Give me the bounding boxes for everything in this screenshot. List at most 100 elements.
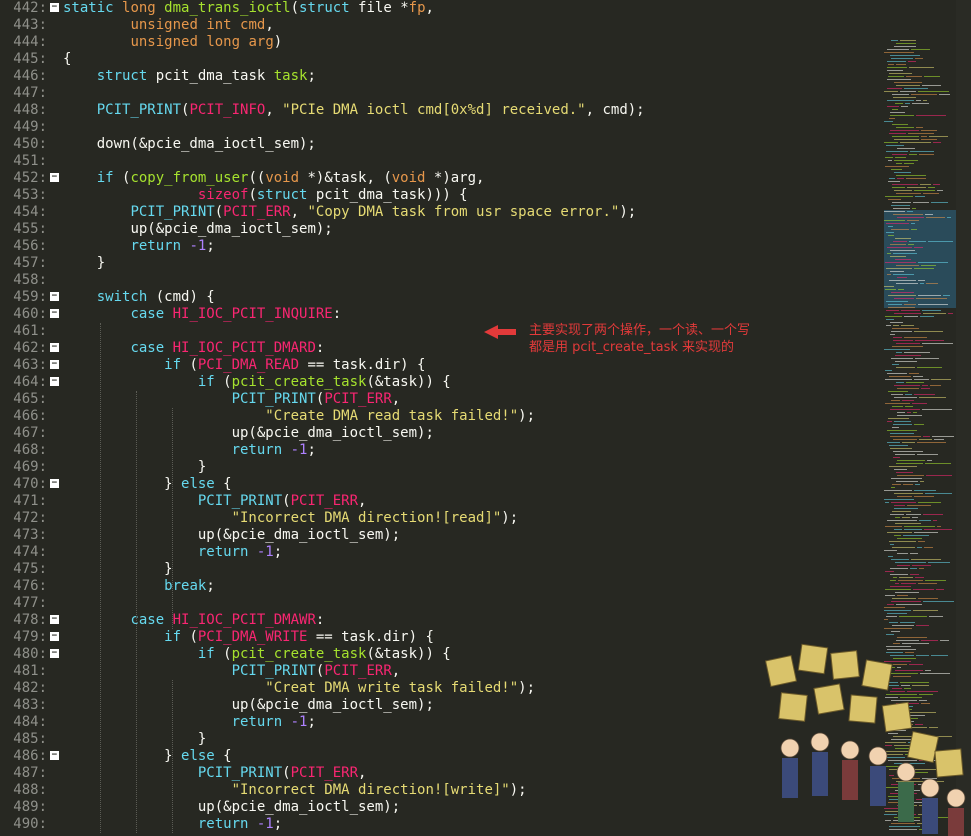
code-text[interactable]: static long dma_trans_ioctl(struct file … — [63, 0, 434, 17]
fold-toggle-icon[interactable]: − — [50, 360, 59, 369]
code-area[interactable]: 442: − static long dma_trans_ioctl(struct … — [0, 0, 880, 836]
code-text[interactable]: switch (cmd) { — [63, 289, 215, 306]
code-text[interactable]: } else { — [63, 476, 231, 493]
code-text[interactable]: if (copy_from_user((void *)&task, (void … — [63, 170, 485, 187]
code-line[interactable]: 477: — [0, 595, 880, 612]
code-text[interactable]: } — [63, 459, 206, 476]
code-text[interactable]: up(&pcie_dma_ioctl_sem); — [63, 799, 400, 816]
code-text[interactable]: case HI_IOC_PCIT_INQUIRE: — [63, 306, 341, 323]
code-text[interactable]: "Incorrect DMA direction![write]"); — [63, 782, 527, 799]
code-text[interactable]: if (PCI_DMA_WRITE == task.dir) { — [63, 629, 434, 646]
fold-toggle-icon[interactable]: − — [50, 632, 59, 641]
fold-toggle-icon[interactable]: − — [50, 3, 59, 12]
code-text[interactable]: up(&pcie_dma_ioctl_sem); — [63, 221, 332, 238]
code-line[interactable]: 485: } — [0, 731, 880, 748]
code-line[interactable]: 471: PCIT_PRINT(PCIT_ERR, — [0, 493, 880, 510]
code-text[interactable]: up(&pcie_dma_ioctl_sem); — [63, 697, 434, 714]
code-text[interactable]: if (pcit_create_task(&task)) { — [63, 374, 451, 391]
fold-toggle-icon[interactable]: − — [50, 479, 59, 488]
fold-toggle-icon[interactable]: − — [50, 173, 59, 182]
code-line[interactable]: 486: − } else { — [0, 748, 880, 765]
code-text[interactable]: up(&pcie_dma_ioctl_sem); — [63, 425, 434, 442]
code-line[interactable]: 483: up(&pcie_dma_ioctl_sem); — [0, 697, 880, 714]
code-line[interactable]: 482: "Creat DMA write task failed!"); — [0, 680, 880, 697]
code-line[interactable]: 465: PCIT_PRINT(PCIT_ERR, — [0, 391, 880, 408]
code-line[interactable]: 470: − } else { — [0, 476, 880, 493]
code-text[interactable]: } else { — [63, 748, 231, 765]
code-text[interactable]: } — [63, 731, 206, 748]
code-text[interactable]: "Create DMA read task failed!"); — [63, 408, 535, 425]
code-line[interactable]: 464: − if (pcit_create_task(&task)) { — [0, 374, 880, 391]
fold-toggle-icon[interactable]: − — [50, 377, 59, 386]
code-editor[interactable]: 442: − static long dma_trans_ioctl(struct … — [0, 0, 971, 836]
code-line[interactable]: 488: "Incorrect DMA direction![write]"); — [0, 782, 880, 799]
code-line[interactable]: 484: return -1; — [0, 714, 880, 731]
code-text[interactable]: "Incorrect DMA direction![read]"); — [63, 510, 519, 527]
code-line[interactable]: 457: } — [0, 255, 880, 272]
code-line[interactable]: 476: break; — [0, 578, 880, 595]
code-text[interactable]: "Creat DMA write task failed!"); — [63, 680, 535, 697]
code-line[interactable]: 468: return -1; — [0, 442, 880, 459]
code-line[interactable]: 479: − if (PCI_DMA_WRITE == task.dir) { — [0, 629, 880, 646]
code-line[interactable]: 467: up(&pcie_dma_ioctl_sem); — [0, 425, 880, 442]
code-line[interactable]: 454: PCIT_PRINT(PCIT_ERR, "Copy DMA task… — [0, 204, 880, 221]
fold-toggle-icon[interactable]: − — [50, 292, 59, 301]
code-line[interactable]: 455: up(&pcie_dma_ioctl_sem); — [0, 221, 880, 238]
code-text[interactable]: if (PCI_DMA_READ == task.dir) { — [63, 357, 425, 374]
code-line[interactable]: 475: } — [0, 561, 880, 578]
code-text[interactable]: PCIT_PRINT(PCIT_ERR, "Copy DMA task from… — [63, 204, 636, 221]
code-text[interactable]: case HI_IOC_PCIT_DMARD: — [63, 340, 324, 357]
code-text[interactable]: PCIT_PRINT(PCIT_ERR, — [63, 493, 367, 510]
code-line[interactable]: 478: − case HI_IOC_PCIT_DMAWR: — [0, 612, 880, 629]
code-line[interactable]: 474: return -1; — [0, 544, 880, 561]
code-text[interactable]: return -1; — [63, 238, 214, 255]
code-text[interactable]: PCIT_PRINT(PCIT_ERR, — [63, 663, 401, 680]
code-line[interactable]: 443: unsigned int cmd, — [0, 17, 880, 34]
fold-toggle-icon[interactable]: − — [50, 751, 59, 760]
code-text[interactable]: } — [63, 255, 105, 272]
code-line[interactable]: 445: { — [0, 51, 880, 68]
code-text[interactable]: up(&pcie_dma_ioctl_sem); — [63, 527, 400, 544]
code-line[interactable]: 463: − if (PCI_DMA_READ == task.dir) { — [0, 357, 880, 374]
code-text[interactable]: break; — [63, 578, 215, 595]
code-line[interactable]: 456: return -1; — [0, 238, 880, 255]
code-line[interactable]: 451: — [0, 153, 880, 170]
fold-toggle-icon[interactable]: − — [50, 615, 59, 624]
code-line[interactable]: 458: — [0, 272, 880, 289]
code-line[interactable]: 459: − switch (cmd) { — [0, 289, 880, 306]
code-line[interactable]: 442: − static long dma_trans_ioctl(struct … — [0, 0, 880, 17]
code-line[interactable]: 481: PCIT_PRINT(PCIT_ERR, — [0, 663, 880, 680]
code-line[interactable]: 473: up(&pcie_dma_ioctl_sem); — [0, 527, 880, 544]
code-line[interactable]: 489: up(&pcie_dma_ioctl_sem); — [0, 799, 880, 816]
code-line[interactable]: 449: — [0, 119, 880, 136]
code-text[interactable]: case HI_IOC_PCIT_DMAWR: — [63, 612, 324, 629]
code-line[interactable]: 452: − if (copy_from_user((void *)&task, … — [0, 170, 880, 187]
code-text[interactable]: } — [63, 561, 172, 578]
code-line[interactable]: 480: − if (pcit_create_task(&task)) { — [0, 646, 880, 663]
code-text[interactable]: unsigned int cmd, — [63, 17, 273, 34]
code-line[interactable]: 450: down(&pcie_dma_ioctl_sem); — [0, 136, 880, 153]
code-text[interactable]: down(&pcie_dma_ioctl_sem); — [63, 136, 316, 153]
code-text[interactable]: PCIT_PRINT(PCIT_ERR, — [63, 391, 401, 408]
code-line[interactable]: 446: struct pcit_dma_task task; — [0, 68, 880, 85]
code-text[interactable]: if (pcit_create_task(&task)) { — [63, 646, 451, 663]
fold-toggle-icon[interactable]: − — [50, 649, 59, 658]
code-line[interactable]: 444: unsigned long arg) — [0, 34, 880, 51]
code-text[interactable]: PCIT_PRINT(PCIT_ERR, — [63, 765, 367, 782]
code-text[interactable]: sizeof(struct pcit_dma_task))) { — [63, 187, 468, 204]
code-line[interactable]: 448: PCIT_PRINT(PCIT_INFO, "PCIe DMA ioc… — [0, 102, 880, 119]
code-text[interactable]: { — [63, 51, 71, 68]
code-line[interactable]: 453: sizeof(struct pcit_dma_task))) { — [0, 187, 880, 204]
code-line[interactable]: 447: — [0, 85, 880, 102]
code-line[interactable]: 490: return -1; — [0, 816, 880, 833]
code-text[interactable]: unsigned long arg) — [63, 34, 282, 51]
code-line[interactable]: 466: "Create DMA read task failed!"); — [0, 408, 880, 425]
code-line[interactable]: 460: − case HI_IOC_PCIT_INQUIRE: — [0, 306, 880, 323]
code-text[interactable]: PCIT_PRINT(PCIT_INFO, "PCIe DMA ioctl cm… — [63, 102, 645, 119]
fold-toggle-icon[interactable]: − — [50, 343, 59, 352]
fold-toggle-icon[interactable]: − — [50, 309, 59, 318]
code-line[interactable]: 469: } — [0, 459, 880, 476]
code-line[interactable]: 487: PCIT_PRINT(PCIT_ERR, — [0, 765, 880, 782]
code-line[interactable]: 472: "Incorrect DMA direction![read]"); — [0, 510, 880, 527]
code-text[interactable]: struct pcit_dma_task task; — [63, 68, 316, 85]
